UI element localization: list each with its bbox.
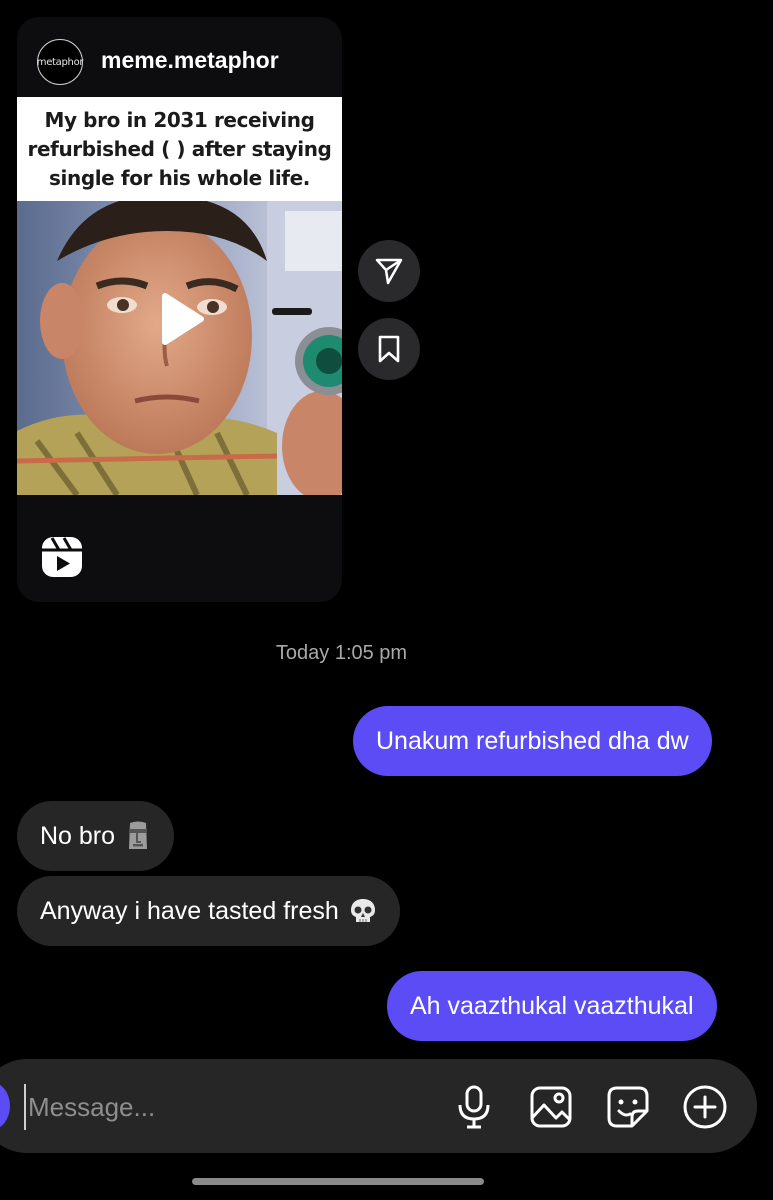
message-timestamp: Today 1:05 pm	[275, 642, 408, 664]
message-bubble-incoming[interactable]: Anyway i have tasted fresh	[17, 876, 400, 946]
microphone-icon	[458, 1085, 490, 1129]
meme-caption-line: refurbished ( ) after staying	[27, 136, 332, 161]
reels-icon[interactable]	[39, 534, 85, 580]
plus-circle-icon	[683, 1085, 727, 1129]
message-bubble-outgoing[interactable]: Unakum refurbished dha dw	[353, 706, 712, 776]
message-text: No bro	[40, 821, 116, 850]
author-username[interactable]: meme.metaphor	[101, 47, 279, 74]
sticker-icon	[607, 1086, 649, 1128]
home-indicator[interactable]	[192, 1178, 484, 1185]
skull-emoji	[350, 899, 375, 922]
sticker-button[interactable]	[605, 1084, 651, 1130]
meme-caption: My bro in 2031 receiving refurbished ( )…	[17, 97, 342, 201]
share-reel-button[interactable]	[358, 240, 420, 302]
message-bubble-outgoing[interactable]: Ah vaazthukal vaazthukal	[387, 971, 717, 1041]
image-icon	[530, 1086, 572, 1128]
moai-emoji	[129, 821, 148, 849]
shared-reel-card[interactable]: metaphor meme.metaphor My bro in 2031 re…	[17, 17, 342, 602]
reel-header[interactable]: metaphor meme.metaphor	[17, 17, 342, 97]
play-icon[interactable]	[143, 284, 213, 354]
reel-thumbnail[interactable]: My bro in 2031 receiving refurbished ( )…	[17, 97, 342, 495]
voice-message-button[interactable]	[451, 1084, 497, 1130]
message-input[interactable]	[24, 1084, 428, 1130]
more-options-button[interactable]	[682, 1084, 728, 1130]
meme-caption-line: My bro in 2031 receiving	[44, 107, 315, 132]
bookmark-icon	[378, 335, 400, 363]
gallery-button[interactable]	[528, 1084, 574, 1130]
author-avatar[interactable]: metaphor	[37, 39, 84, 85]
save-reel-button[interactable]	[358, 318, 420, 380]
message-text: Ah vaazthukal vaazthukal	[410, 991, 694, 1020]
message-text: Anyway i have tasted fresh	[40, 896, 339, 925]
meme-caption-line: single for his whole life.	[49, 165, 310, 190]
message-bubble-incoming[interactable]: No bro	[17, 801, 175, 871]
paper-plane-icon	[375, 258, 403, 285]
message-text: Unakum refurbished dha dw	[376, 726, 689, 755]
